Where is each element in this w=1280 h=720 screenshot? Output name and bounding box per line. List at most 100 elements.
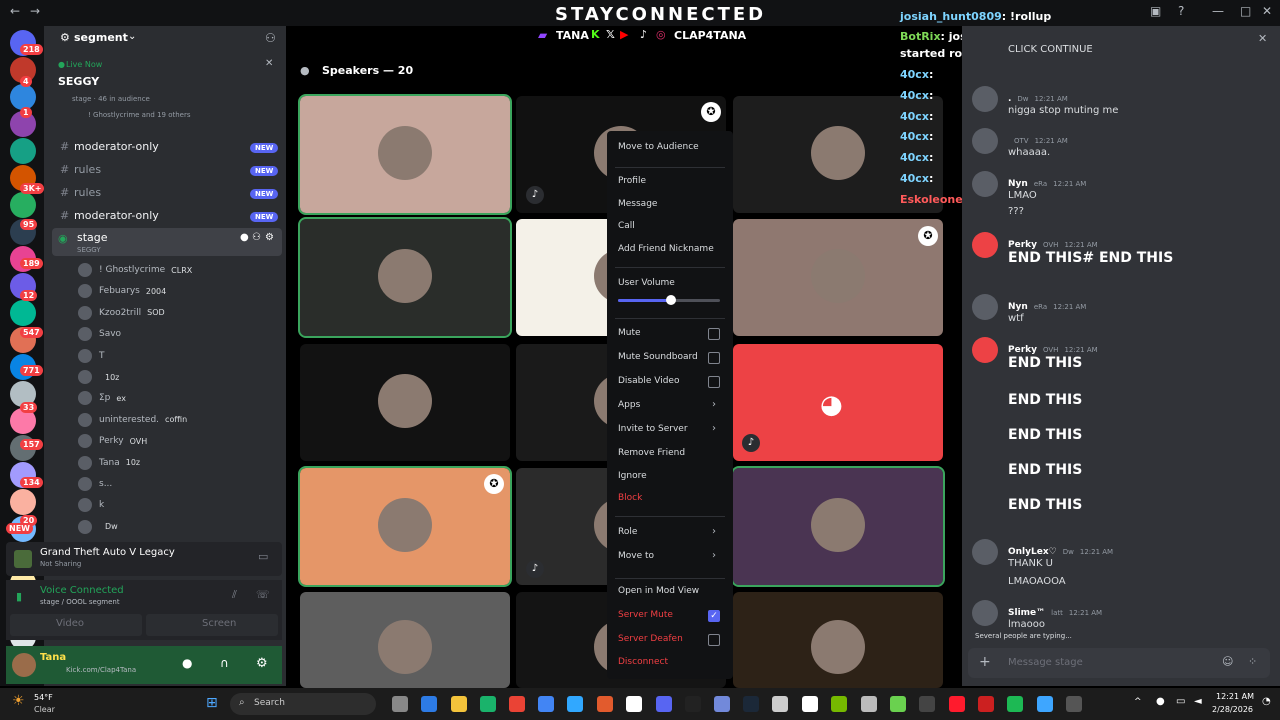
- checkbox[interactable]: [708, 376, 720, 388]
- menu-item[interactable]: Mute Soundboard: [618, 352, 698, 362]
- menu-item[interactable]: Server Mute: [618, 610, 673, 620]
- add-member-icon[interactable]: ⚇: [265, 31, 276, 45]
- voice-member[interactable]: Kzoo2trill SOD: [78, 303, 165, 323]
- tray-chevron-icon[interactable]: ^: [1134, 697, 1142, 707]
- menu-item[interactable]: Remove Friend: [618, 448, 685, 458]
- taskbar-app-icon[interactable]: [685, 696, 701, 712]
- taskbar-app-icon[interactable]: [480, 696, 496, 712]
- server-icon[interactable]: [10, 138, 36, 164]
- taskbar-app-icon[interactable]: [802, 696, 818, 712]
- plus-icon[interactable]: +: [979, 654, 991, 670]
- taskbar-app-icon[interactable]: [509, 696, 525, 712]
- user-settings-icon[interactable]: ⚙: [256, 656, 268, 671]
- settings-icon[interactable]: ⚙: [60, 31, 70, 44]
- screen-share-icon[interactable]: ▭: [258, 550, 268, 563]
- menu-item[interactable]: Ignore: [618, 471, 647, 481]
- avatar[interactable]: [972, 86, 998, 112]
- message-author[interactable]: Perky: [1008, 240, 1037, 250]
- menu-item[interactable]: Open in Mod View: [618, 586, 699, 596]
- menu-item[interactable]: Mute: [618, 328, 641, 338]
- voice-member[interactable]: uninterested. coffin: [78, 410, 187, 430]
- checkbox-checked[interactable]: ✓: [708, 610, 720, 622]
- close-chat-icon[interactable]: ✕: [1258, 32, 1267, 45]
- speaker-tile[interactable]: [298, 217, 512, 338]
- voice-channel-name[interactable]: stage: [77, 231, 108, 244]
- close-live-icon[interactable]: ✕: [265, 58, 273, 69]
- speaker-tile[interactable]: [300, 592, 510, 688]
- taskbar-search[interactable]: [230, 693, 376, 715]
- invite-icon[interactable]: ⚇: [252, 232, 261, 243]
- channel-item[interactable]: # rules: [60, 163, 101, 176]
- menu-item[interactable]: Disconnect: [618, 657, 668, 667]
- microphone-icon[interactable]: ●: [1156, 696, 1165, 707]
- taskbar-app-icon[interactable]: [919, 696, 935, 712]
- headphones-icon[interactable]: ∩: [220, 656, 229, 670]
- windows-start-icon[interactable]: ⊞: [206, 695, 218, 711]
- menu-item[interactable]: Disable Video: [618, 376, 679, 386]
- taskbar-app-icon[interactable]: [714, 696, 730, 712]
- server-icon[interactable]: [10, 300, 36, 326]
- voice-member[interactable]: s...: [78, 474, 118, 494]
- server-name[interactable]: segment: [74, 31, 128, 44]
- voice-member[interactable]: Dw: [78, 517, 118, 537]
- speaker-tile[interactable]: [298, 94, 512, 215]
- taskbar-app-icon[interactable]: [421, 696, 437, 712]
- menu-item[interactable]: Message: [618, 199, 657, 209]
- back-arrow-icon[interactable]: ←: [10, 4, 20, 18]
- channel-item[interactable]: # moderator-only: [60, 140, 159, 153]
- emoji-icon[interactable]: ☺: [1222, 655, 1233, 668]
- close-window-icon[interactable]: ✕: [1262, 4, 1272, 18]
- avatar[interactable]: [972, 600, 998, 626]
- volume-slider-handle[interactable]: [666, 295, 677, 305]
- chat-bubble-icon[interactable]: ●: [240, 232, 249, 243]
- taskbar-app-icon[interactable]: [772, 696, 788, 712]
- chevron-down-icon[interactable]: ⌄: [128, 31, 136, 42]
- voice-channel-path[interactable]: stage / ΟΟΟL segment: [40, 598, 120, 606]
- volume-icon[interactable]: ◄: [1194, 696, 1202, 707]
- forward-arrow-icon[interactable]: →: [30, 4, 40, 18]
- taskbar-app-icon[interactable]: [656, 696, 672, 712]
- avatar[interactable]: [972, 539, 998, 565]
- channel-settings-icon[interactable]: ⚙: [265, 232, 274, 243]
- clock-time[interactable]: 12:21 AM: [1216, 692, 1254, 701]
- taskbar-app-icon[interactable]: [831, 696, 847, 712]
- menu-item[interactable]: Block: [618, 493, 642, 503]
- avatar[interactable]: [972, 232, 998, 258]
- disconnect-icon[interactable]: ☏: [256, 588, 270, 601]
- noise-suppression-icon[interactable]: ⫽: [232, 588, 237, 602]
- voice-status[interactable]: Voice Connected: [40, 585, 124, 596]
- voice-member[interactable]: k: [78, 495, 110, 515]
- taskbar-app-icon[interactable]: [626, 696, 642, 712]
- menu-item[interactable]: Invite to Server: [618, 424, 688, 434]
- stage-name[interactable]: SEGGY: [58, 75, 99, 88]
- notification-icon[interactable]: ◔: [1262, 696, 1271, 707]
- voice-member[interactable]: Tana 10z: [78, 453, 140, 473]
- inbox-icon[interactable]: ▣: [1150, 4, 1161, 18]
- speaker-tile[interactable]: [298, 466, 512, 587]
- taskbar-app-icon[interactable]: [597, 696, 613, 712]
- voice-member[interactable]: 10z: [78, 367, 119, 387]
- taskbar-app-icon[interactable]: [890, 696, 906, 712]
- checkbox[interactable]: [708, 634, 720, 646]
- menu-item[interactable]: Apps: [618, 400, 640, 410]
- taskbar-app-icon[interactable]: [1066, 696, 1082, 712]
- signal-icon[interactable]: ▮: [16, 590, 22, 603]
- voice-member[interactable]: Savo: [78, 324, 127, 344]
- taskbar-app-icon[interactable]: [538, 696, 554, 712]
- speaker-tile[interactable]: [733, 219, 943, 336]
- avatar[interactable]: [972, 128, 998, 154]
- channel-item[interactable]: # moderator-only: [60, 209, 159, 222]
- maximize-icon[interactable]: □: [1240, 4, 1251, 18]
- taskbar-app-icon[interactable]: [978, 696, 994, 712]
- microphone-icon[interactable]: ●: [182, 656, 192, 670]
- menu-item[interactable]: Role: [618, 527, 637, 537]
- menu-item[interactable]: Move to Audience: [618, 142, 699, 152]
- checkbox[interactable]: [708, 352, 720, 364]
- apps-icon[interactable]: ⁘: [1248, 655, 1257, 668]
- help-icon[interactable]: ?: [1178, 4, 1184, 18]
- voice-member[interactable]: ! Ghostlycrime CLRX: [78, 260, 192, 280]
- taskbar-app-icon[interactable]: [1007, 696, 1023, 712]
- speaker-tile[interactable]: [731, 466, 945, 587]
- avatar[interactable]: [12, 653, 36, 677]
- server-icon[interactable]: [10, 192, 36, 218]
